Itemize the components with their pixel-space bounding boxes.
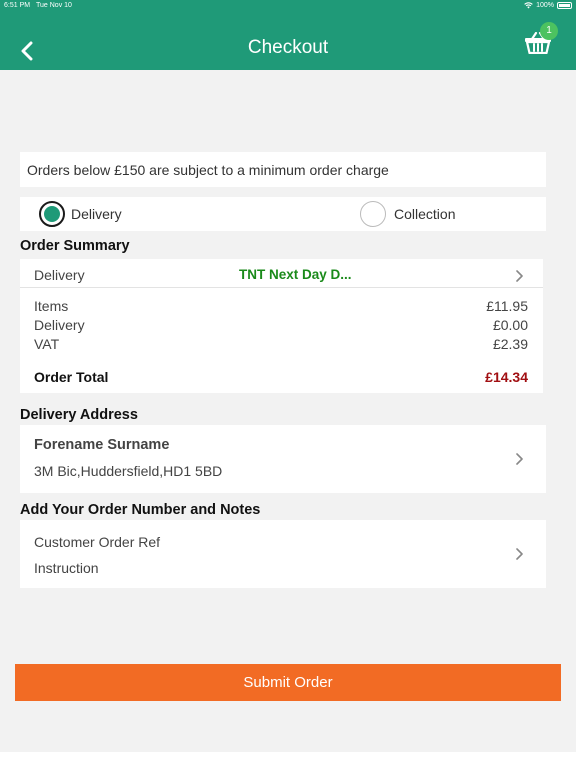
radio-selected-icon: [39, 201, 65, 227]
delivery-cost-value: £0.00: [492, 317, 528, 333]
address-line: 3M Bic,Huddersfield,HD1 5BD: [34, 463, 223, 479]
page-title: Checkout: [247, 37, 329, 58]
bottom-area: [0, 752, 576, 768]
minimum-order-notice: Orders below £150 are subject to a minim…: [20, 152, 546, 187]
order-total-value: £14.34: [485, 369, 528, 385]
status-time: 6:51 PM: [4, 2, 31, 9]
delivery-address-card[interactable]: Forename Surname 3M Bic,Huddersfield,HD1…: [20, 425, 546, 493]
submit-order-button[interactable]: Submit Order: [15, 664, 561, 701]
chevron-right-icon: [516, 270, 523, 282]
vat-value: £2.39: [492, 336, 528, 352]
items-label: Items: [34, 298, 69, 314]
shipping-method-value: TNT Next Day D...: [239, 267, 352, 282]
customer-order-ref-label: Customer Order Ref: [34, 534, 161, 550]
status-bar: 6:51 PM Tue Nov 10 100%: [0, 0, 576, 12]
app-header: 6:51 PM Tue Nov 10 100% Checkout 1: [0, 0, 576, 70]
order-total-label: Order Total: [34, 369, 109, 385]
order-summary-card: Delivery TNT Next Day D... Items £11.95 …: [20, 259, 543, 393]
chevron-right-icon: [516, 453, 523, 465]
radio-unselected-icon: [360, 201, 386, 227]
order-notes-card[interactable]: Customer Order Ref Instruction: [20, 520, 546, 588]
items-value: £11.95: [486, 298, 528, 314]
delivery-cost-label: Delivery: [34, 317, 85, 333]
delivery-address-heading: Delivery Address: [20, 407, 138, 423]
status-date: Tue Nov 10: [36, 2, 72, 9]
battery-icon: [557, 2, 572, 9]
delivery-type-selector: Delivery Collection: [20, 197, 546, 231]
basket-button[interactable]: 1: [522, 22, 558, 56]
order-notes-heading: Add Your Order Number and Notes: [20, 502, 261, 518]
instruction-label: Instruction: [34, 560, 99, 576]
address-name: Forename Surname: [34, 437, 170, 453]
collection-radio[interactable]: Collection: [360, 201, 455, 227]
status-indicators: 100%: [524, 2, 572, 9]
vat-label: VAT: [34, 336, 60, 352]
shipping-method-row[interactable]: Delivery TNT Next Day D...: [20, 259, 543, 288]
collection-option-label: Collection: [394, 206, 456, 222]
wifi-icon: [524, 2, 533, 9]
chevron-right-icon: [516, 548, 523, 560]
order-summary-heading: Order Summary: [20, 238, 130, 254]
battery-percent: 100%: [536, 2, 554, 9]
basket-count-badge: 1: [540, 22, 558, 40]
delivery-radio[interactable]: Delivery: [39, 201, 122, 227]
delivery-option-label: Delivery: [71, 206, 122, 222]
shipping-method-label: Delivery: [34, 267, 85, 283]
